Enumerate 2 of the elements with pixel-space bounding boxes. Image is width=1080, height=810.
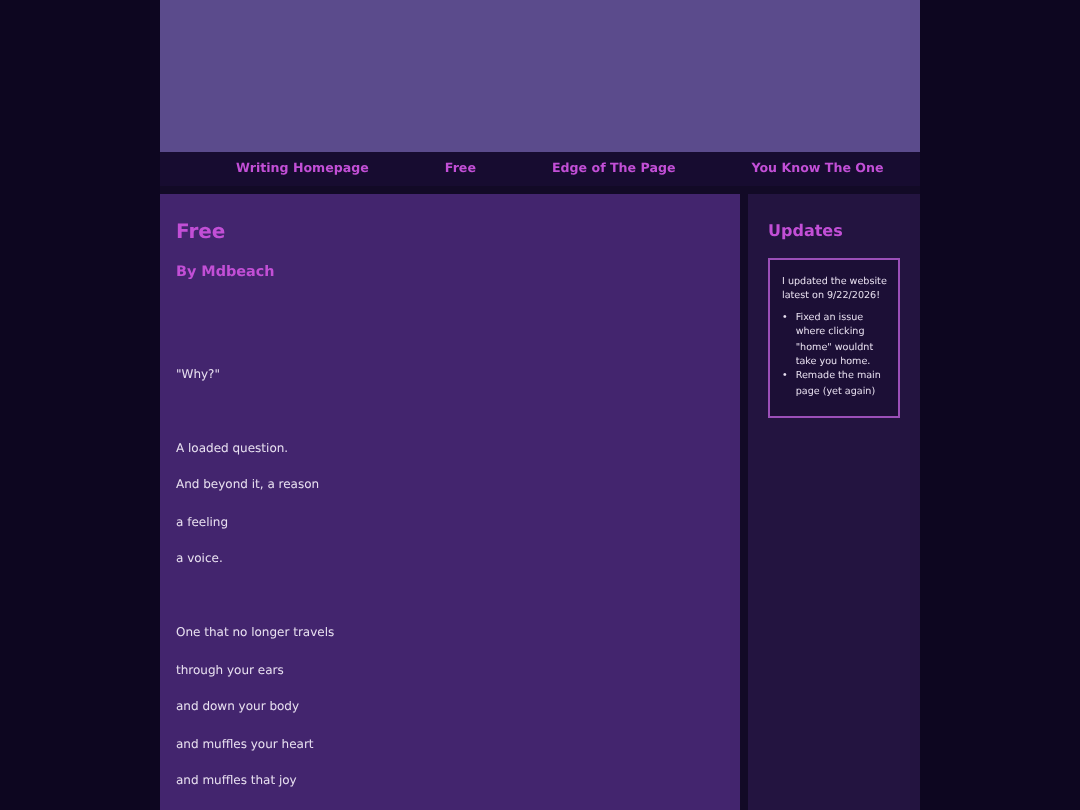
article-title: Free <box>176 222 228 246</box>
sidebar-title: Updates <box>768 222 845 242</box>
